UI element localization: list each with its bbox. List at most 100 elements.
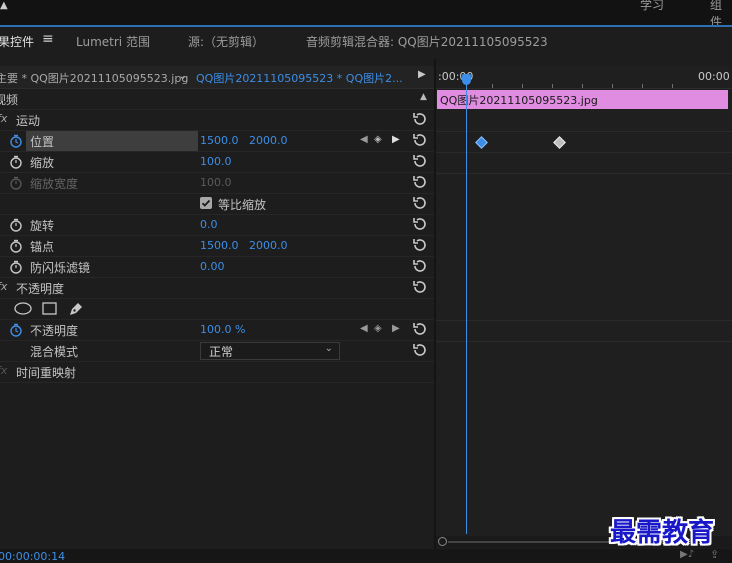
tab-effect-controls[interactable]: 效果控件 xyxy=(0,33,34,50)
reset-icon[interactable] xyxy=(412,279,428,295)
param-blend-mode-label: 混合模式 xyxy=(30,345,79,359)
reset-icon[interactable] xyxy=(412,237,428,253)
position-x-value[interactable]: 1500.0 xyxy=(200,134,239,147)
ruler-end-timecode: 00:00 xyxy=(698,70,730,83)
ruler-tick xyxy=(642,84,643,88)
param-scale[interactable]: 缩放 100.0 xyxy=(0,152,434,173)
param-anchor[interactable]: 锚点 1500.0 2000.0 xyxy=(0,236,434,257)
time-ruler[interactable] xyxy=(436,66,732,89)
effect-motion-label: 运动 xyxy=(16,114,41,128)
home-icon[interactable]: ▲ xyxy=(0,0,8,11)
param-anchor-label: 锚点 xyxy=(30,240,55,254)
panel-tabs: 效果控件 ≡ Lumetri 范围 源:（无剪辑） 音频剪辑混合器: QQ图片2… xyxy=(0,27,732,59)
rectangle-mask-icon[interactable] xyxy=(42,302,57,315)
stopwatch-icon[interactable] xyxy=(9,218,23,232)
add-keyframe-icon[interactable]: ◈ xyxy=(374,134,382,145)
stopwatch-icon[interactable] xyxy=(9,239,23,253)
stopwatch-icon[interactable] xyxy=(9,260,23,274)
opacity-value[interactable]: 100.0 % xyxy=(200,323,245,336)
prev-keyframe-icon[interactable]: ◀ xyxy=(360,323,368,334)
export-icon[interactable]: ⇪ xyxy=(710,548,719,561)
fx-icon[interactable]: fx xyxy=(0,112,7,125)
scale-value[interactable]: 100.0 xyxy=(200,155,232,168)
sequence-clip-label[interactable]: QQ图片20211105095523 * QQ图片2... xyxy=(196,70,403,86)
scroll-up-icon[interactable]: ▲ xyxy=(420,92,427,102)
param-rotation-label: 旋转 xyxy=(30,219,55,233)
uniform-scale-label: 等比缩放 xyxy=(218,198,267,212)
panel-menu-icon[interactable]: ≡ xyxy=(42,31,54,47)
rotation-value[interactable]: 0.0 xyxy=(200,218,218,231)
antiflicker-value[interactable]: 0.00 xyxy=(200,260,225,273)
track-line xyxy=(436,152,732,153)
next-keyframe-icon[interactable]: ▶ xyxy=(392,134,400,145)
prev-keyframe-icon[interactable]: ◀ xyxy=(360,134,368,145)
play-icon[interactable]: ▶ xyxy=(418,69,426,80)
section-video-label: 视频 xyxy=(0,93,19,107)
uniform-scale-checkbox[interactable] xyxy=(200,197,212,209)
fx-icon: fx xyxy=(0,364,8,377)
chevron-down-icon[interactable]: ⌄ xyxy=(178,69,187,82)
effect-time-remap[interactable]: fx 时间重映射 xyxy=(0,362,434,383)
playhead-line xyxy=(466,76,467,534)
stopwatch-icon[interactable] xyxy=(9,134,23,148)
fx-icon[interactable]: fx xyxy=(0,280,7,293)
section-video: 视频 ▲ xyxy=(0,89,434,110)
status-bar xyxy=(0,549,732,563)
ruler-tick xyxy=(582,84,583,88)
filter-icon[interactable]: ▶♪ xyxy=(680,549,694,560)
ellipse-mask-icon[interactable] xyxy=(14,302,32,315)
param-scale-width-label: 缩放宽度 xyxy=(30,177,79,191)
anchor-y-value[interactable]: 2000.0 xyxy=(249,239,288,252)
param-opacity[interactable]: 不透明度 100.0 % ◀ ◈ ▶ xyxy=(0,320,434,341)
reset-icon[interactable] xyxy=(412,132,428,148)
ruler-tick xyxy=(612,84,613,88)
param-antiflicker-label: 防闪烁滤镜 xyxy=(30,261,91,275)
anchor-x-value[interactable]: 1500.0 xyxy=(200,239,239,252)
effect-opacity[interactable]: fx 不透明度 xyxy=(0,278,434,299)
tab-audio-clip-mixer[interactable]: 音频剪辑混合器: QQ图片20211105095523 xyxy=(306,33,548,50)
zoom-handle[interactable] xyxy=(438,537,447,546)
playhead-handle[interactable] xyxy=(462,74,471,85)
reset-icon[interactable] xyxy=(412,153,428,169)
effect-opacity-label: 不透明度 xyxy=(16,282,65,296)
track-line xyxy=(436,131,732,132)
ruler-tick xyxy=(552,84,553,88)
param-position[interactable]: 位置 1500.0 2000.0 ◀ ◈ ▶ xyxy=(0,131,434,152)
checkmark-icon xyxy=(201,199,211,207)
effect-motion[interactable]: fx 运动 xyxy=(0,110,434,131)
master-clip-label[interactable]: 主要 * QQ图片20211105095523.jpg xyxy=(0,70,188,86)
blend-mode-select[interactable]: 正常 ⌄ xyxy=(200,342,340,360)
workspace-tab-learn[interactable]: 学习 xyxy=(640,0,664,13)
param-uniform-scale: 等比缩放 xyxy=(0,194,434,215)
reset-icon[interactable] xyxy=(412,174,428,190)
next-keyframe-icon[interactable]: ▶ xyxy=(392,323,400,334)
param-opacity-label: 不透明度 xyxy=(30,324,79,338)
param-rotation[interactable]: 旋转 0.0 xyxy=(0,215,434,236)
stopwatch-icon[interactable] xyxy=(9,323,23,337)
watermark-logo: 最需教育 xyxy=(610,518,715,548)
reset-icon[interactable] xyxy=(412,258,428,274)
param-antiflicker[interactable]: 防闪烁滤镜 0.00 xyxy=(0,257,434,278)
effect-time-remap-label: 时间重映射 xyxy=(16,366,77,380)
reset-icon[interactable] xyxy=(412,195,428,211)
reset-icon[interactable] xyxy=(412,111,428,127)
stopwatch-icon[interactable] xyxy=(9,155,23,169)
clip-selector-row: 主要 * QQ图片20211105095523.jpg ⌄ QQ图片202111… xyxy=(0,66,434,89)
ruler-tick xyxy=(522,84,523,88)
ruler-tick xyxy=(492,84,493,88)
pen-mask-icon[interactable] xyxy=(68,301,84,317)
scale-width-value: 100.0 xyxy=(200,176,232,189)
param-blend-mode: 混合模式 正常 ⌄ xyxy=(0,341,434,362)
position-y-value[interactable]: 2000.0 xyxy=(249,134,288,147)
reset-icon[interactable] xyxy=(412,216,428,232)
reset-icon[interactable] xyxy=(412,342,428,358)
chevron-down-icon: ⌄ xyxy=(324,343,333,354)
add-keyframe-icon[interactable]: ◈ xyxy=(374,323,382,334)
param-scale-label: 缩放 xyxy=(30,156,55,170)
reset-icon[interactable] xyxy=(412,321,428,337)
current-timecode[interactable]: 00:00:00:14 xyxy=(0,550,65,563)
tab-lumetri-scopes[interactable]: Lumetri 范围 xyxy=(76,33,150,50)
blend-mode-value: 正常 xyxy=(209,345,234,359)
track-line xyxy=(436,173,732,174)
tab-source[interactable]: 源:（无剪辑） xyxy=(188,33,264,50)
